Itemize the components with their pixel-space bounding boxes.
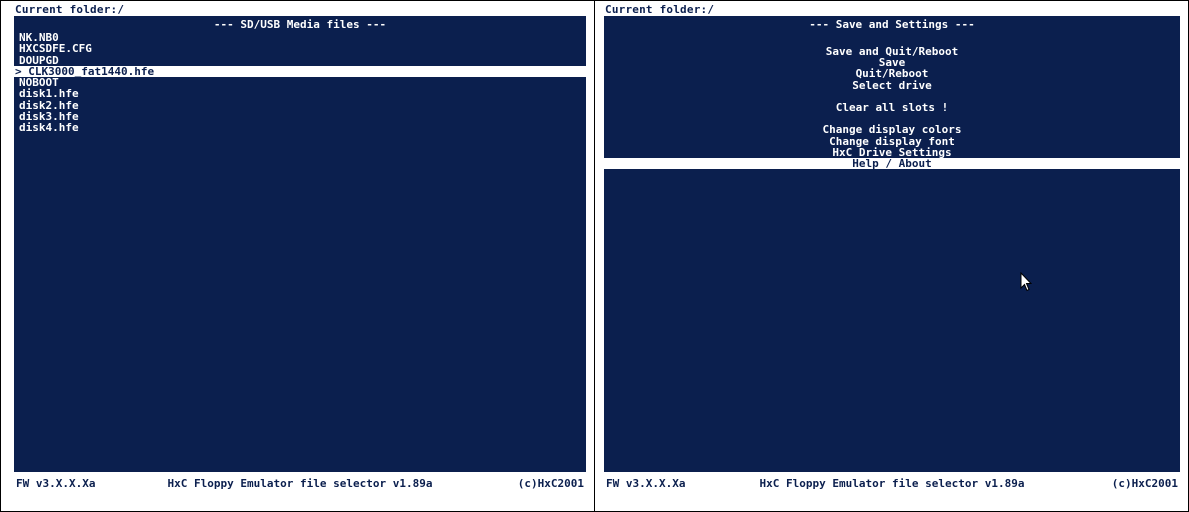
file-browser-screen: Current folder:/ --- SD/USB Media files … [14, 4, 586, 508]
menu-item-quit-reboot[interactable]: Quit/Reboot [604, 68, 1180, 79]
current-folder-label: Current folder:/ [604, 4, 1180, 15]
file-browser-panel: --- SD/USB Media files --- NK.NB0 HXCSDF… [14, 16, 586, 472]
menu-item-select-drive[interactable]: Select drive [604, 79, 1180, 90]
menu-item-clear-all-slots[interactable]: Clear all slots ! [604, 102, 1180, 113]
current-folder-label: Current folder:/ [14, 4, 586, 15]
file-item-disk2[interactable]: disk2.hfe [14, 100, 586, 111]
mouse-pointer-icon [1020, 272, 1032, 292]
file-item-disk1[interactable]: disk1.hfe [14, 88, 586, 99]
settings-panel: --- Save and Settings --- Save and Quit/… [604, 16, 1180, 472]
file-item-disk3[interactable]: disk3.hfe [14, 111, 586, 122]
menu-item-change-display-font[interactable]: Change display font [604, 135, 1180, 146]
settings-title: --- Save and Settings --- [809, 18, 975, 31]
copyright: (c)HxC2001 [1111, 477, 1178, 490]
status-bar: FW v3.X.X.Xa HxC Floppy Emulator file se… [604, 476, 1180, 491]
settings-screen: Current folder:/ --- Save and Settings -… [604, 4, 1180, 508]
file-item-nk-nb0[interactable]: NK.NB0 [14, 32, 586, 43]
status-bar: FW v3.X.X.Xa HxC Floppy Emulator file se… [14, 476, 586, 491]
file-item-clk3000-selected[interactable]: > CLK3000_fat1440.hfe [14, 66, 586, 78]
menu-item-change-display-colors[interactable]: Change display colors [604, 124, 1180, 135]
file-browser-title: --- SD/USB Media files --- [213, 18, 387, 31]
file-list: NK.NB0 HXCSDFE.CFG DOUPGD > CLK3000_fat1… [14, 32, 586, 134]
app-title: HxC Floppy Emulator file selector v1.89a [167, 477, 433, 490]
panel-divider [594, 0, 595, 512]
copyright: (c)HxC2001 [517, 477, 584, 490]
menu-item-help-about[interactable]: Help / About [604, 158, 1180, 169]
file-item-disk4[interactable]: disk4.hfe [14, 122, 586, 133]
file-item-noboot[interactable]: NOBOOT [14, 77, 586, 88]
app-title: HxC Floppy Emulator file selector v1.89a [759, 477, 1025, 490]
file-item-hxcsdfe-cfg[interactable]: HXCSDFE.CFG [14, 43, 586, 54]
settings-menu: Save and Quit/Reboot Save Quit/Reboot Se… [604, 46, 1180, 169]
